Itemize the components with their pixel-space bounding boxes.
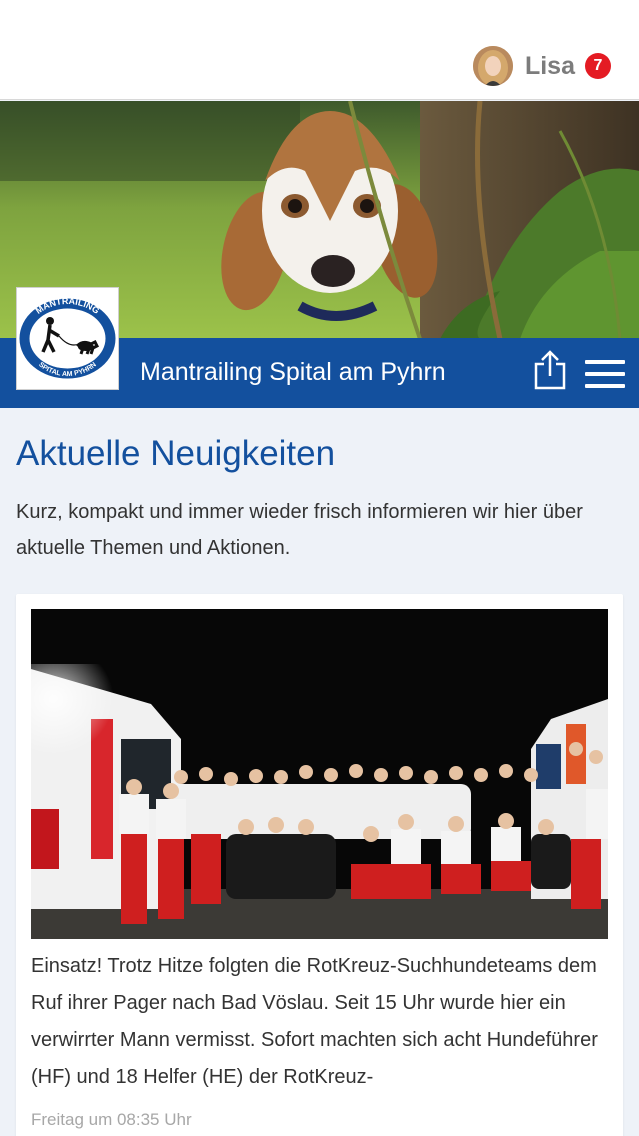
club-logo[interactable]: MANTRAILING SPITAL AM PYHRN — [16, 287, 119, 390]
hamburger-menu-icon-line — [585, 384, 625, 388]
page-headline: Aktuelle Neuigkeiten — [16, 434, 336, 473]
top-bar: Lisa 7 — [0, 0, 639, 100]
page-intro: Kurz, kompakt und immer wieder frisch in… — [16, 501, 583, 559]
hamburger-menu-icon-line — [585, 372, 625, 376]
news-timestamp: Freitag um 08:35 Uhr — [31, 1110, 192, 1129]
user-menu[interactable]: Lisa 7 — [472, 46, 611, 86]
user-avatar[interactable] — [472, 46, 513, 86]
hamburger-menu-icon — [585, 360, 625, 364]
news-card[interactable]: Einsatz! Trotz Hitze folgten die RotKreu… — [16, 594, 623, 1136]
share-button[interactable] — [532, 350, 568, 390]
news-text: Einsatz! Trotz Hitze folgten die RotKreu… — [31, 955, 598, 1088]
mantrailing-logo: MANTRAILING SPITAL AM PYHRN — [19, 296, 116, 379]
rescue-team-photo — [31, 609, 608, 939]
brand-title: Mantrailing Spital am Pyhrn — [140, 358, 446, 386]
notification-badge[interactable]: 7 — [585, 53, 611, 79]
user-name[interactable]: Lisa — [525, 52, 575, 81]
menu-button[interactable] — [585, 360, 625, 388]
share-icon — [534, 350, 566, 390]
news-photo[interactable] — [31, 609, 608, 939]
